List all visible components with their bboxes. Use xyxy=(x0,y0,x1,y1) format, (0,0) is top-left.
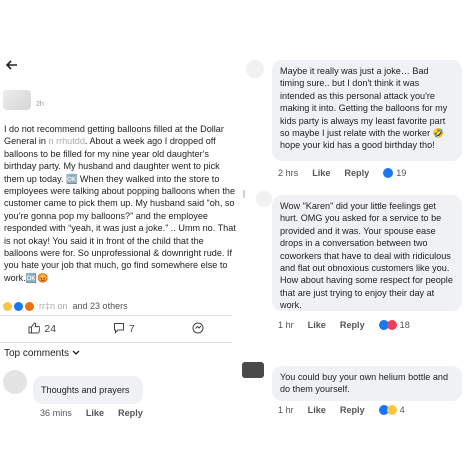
comment-time: 36 mins xyxy=(40,408,72,418)
like-reaction-icon xyxy=(383,168,394,178)
reaction-count: 18 xyxy=(399,320,410,330)
comment-reactions[interactable]: 18 xyxy=(378,320,410,330)
comment-bubble: You could buy your own helium bottle and… xyxy=(272,366,462,401)
comment-text: Maybe it really was just a joke… Bad tim… xyxy=(280,66,448,151)
top-comments-label: Top comments xyxy=(4,348,70,359)
comment-like-button[interactable]: Like xyxy=(312,168,330,178)
comment-meta: 2 hrs Like Reply 19 xyxy=(278,168,406,178)
comment-meta: 1 hr Like Reply 18 xyxy=(278,320,410,330)
comment-reply-button[interactable]: Reply xyxy=(340,405,365,415)
post-panel: 2h I do not recommend getting balloons f… xyxy=(0,0,240,474)
comment-text: Thoughts and prayers xyxy=(41,385,130,395)
comment-button[interactable]: 7 xyxy=(113,322,135,337)
comment-count: 7 xyxy=(128,323,135,335)
top-comments-sort[interactable]: Top comments xyxy=(4,348,80,359)
reactions-summary[interactable]: rr‡n on and 23 others xyxy=(3,301,128,311)
like-count: 24 xyxy=(44,323,57,335)
comment-bubble: Thoughts and prayers xyxy=(33,376,143,404)
comment-icon xyxy=(113,322,125,337)
comment-text: Wow "Karen" did your little feelings get… xyxy=(280,201,453,311)
comment-reactions[interactable]: 4 xyxy=(378,405,405,415)
comment-like-button[interactable]: Like xyxy=(86,408,104,418)
comment-reply-button[interactable]: Reply xyxy=(344,168,369,178)
reaction-count: 4 xyxy=(399,405,405,415)
comment-bubble: Maybe it really was just a joke… Bad tim… xyxy=(272,60,462,161)
haha-reaction-icon xyxy=(3,301,12,311)
comment-reactions[interactable]: 19 xyxy=(383,168,406,178)
chevron-down-icon xyxy=(72,348,80,359)
divider xyxy=(0,342,232,343)
haha-reaction-icon xyxy=(386,405,397,415)
comment-reply-button[interactable]: Reply xyxy=(118,408,143,418)
ok-emoji: 🆗 xyxy=(66,173,78,184)
comment-meta: 1 hr Like Reply 4 xyxy=(278,405,405,415)
post-action-bar: 24 7 xyxy=(0,316,232,342)
love-reaction-icon xyxy=(386,320,397,330)
comment-time: 2 hrs xyxy=(278,168,299,178)
commenter-avatar[interactable] xyxy=(3,370,27,394)
post-body: I do not recommend getting balloons fill… xyxy=(4,123,236,284)
comment-reply-button[interactable]: Reply xyxy=(340,320,365,330)
comment-time: 1 hr xyxy=(278,320,294,330)
comment-bubble: Wow "Karen" did your little feelings get… xyxy=(272,195,462,311)
back-arrow-icon[interactable] xyxy=(5,57,18,73)
post-text: When they walked into the store to emplo… xyxy=(4,173,236,283)
angry-reaction-icon xyxy=(25,301,34,311)
like-icon xyxy=(28,321,41,337)
comment-like-button[interactable]: Like xyxy=(308,320,326,330)
like-reaction-icon xyxy=(14,301,23,311)
commenter-avatar[interactable] xyxy=(246,60,264,78)
share-icon xyxy=(192,322,204,337)
reactor-names: rr‡n on xyxy=(39,301,68,311)
post-time: 2h xyxy=(36,101,44,108)
end-emoji: 🆗😡 xyxy=(25,272,49,283)
commenter-avatar[interactable] xyxy=(242,362,264,378)
reactions-count: and 23 others xyxy=(72,301,128,311)
commenter-avatar[interactable] xyxy=(256,191,272,207)
comment-like-button[interactable]: Like xyxy=(308,405,326,415)
cut-off-marker xyxy=(242,190,246,200)
avatar[interactable] xyxy=(3,90,31,110)
comment-text: You could buy your own helium bottle and… xyxy=(280,372,449,395)
share-button[interactable] xyxy=(192,322,204,337)
like-button[interactable]: 24 xyxy=(28,321,57,337)
comment-time: 1 hr xyxy=(278,405,294,415)
reaction-count: 19 xyxy=(396,168,407,178)
comment-meta: 36 mins Like Reply xyxy=(40,408,143,418)
redacted-location: n rrhutdd xyxy=(48,136,85,147)
